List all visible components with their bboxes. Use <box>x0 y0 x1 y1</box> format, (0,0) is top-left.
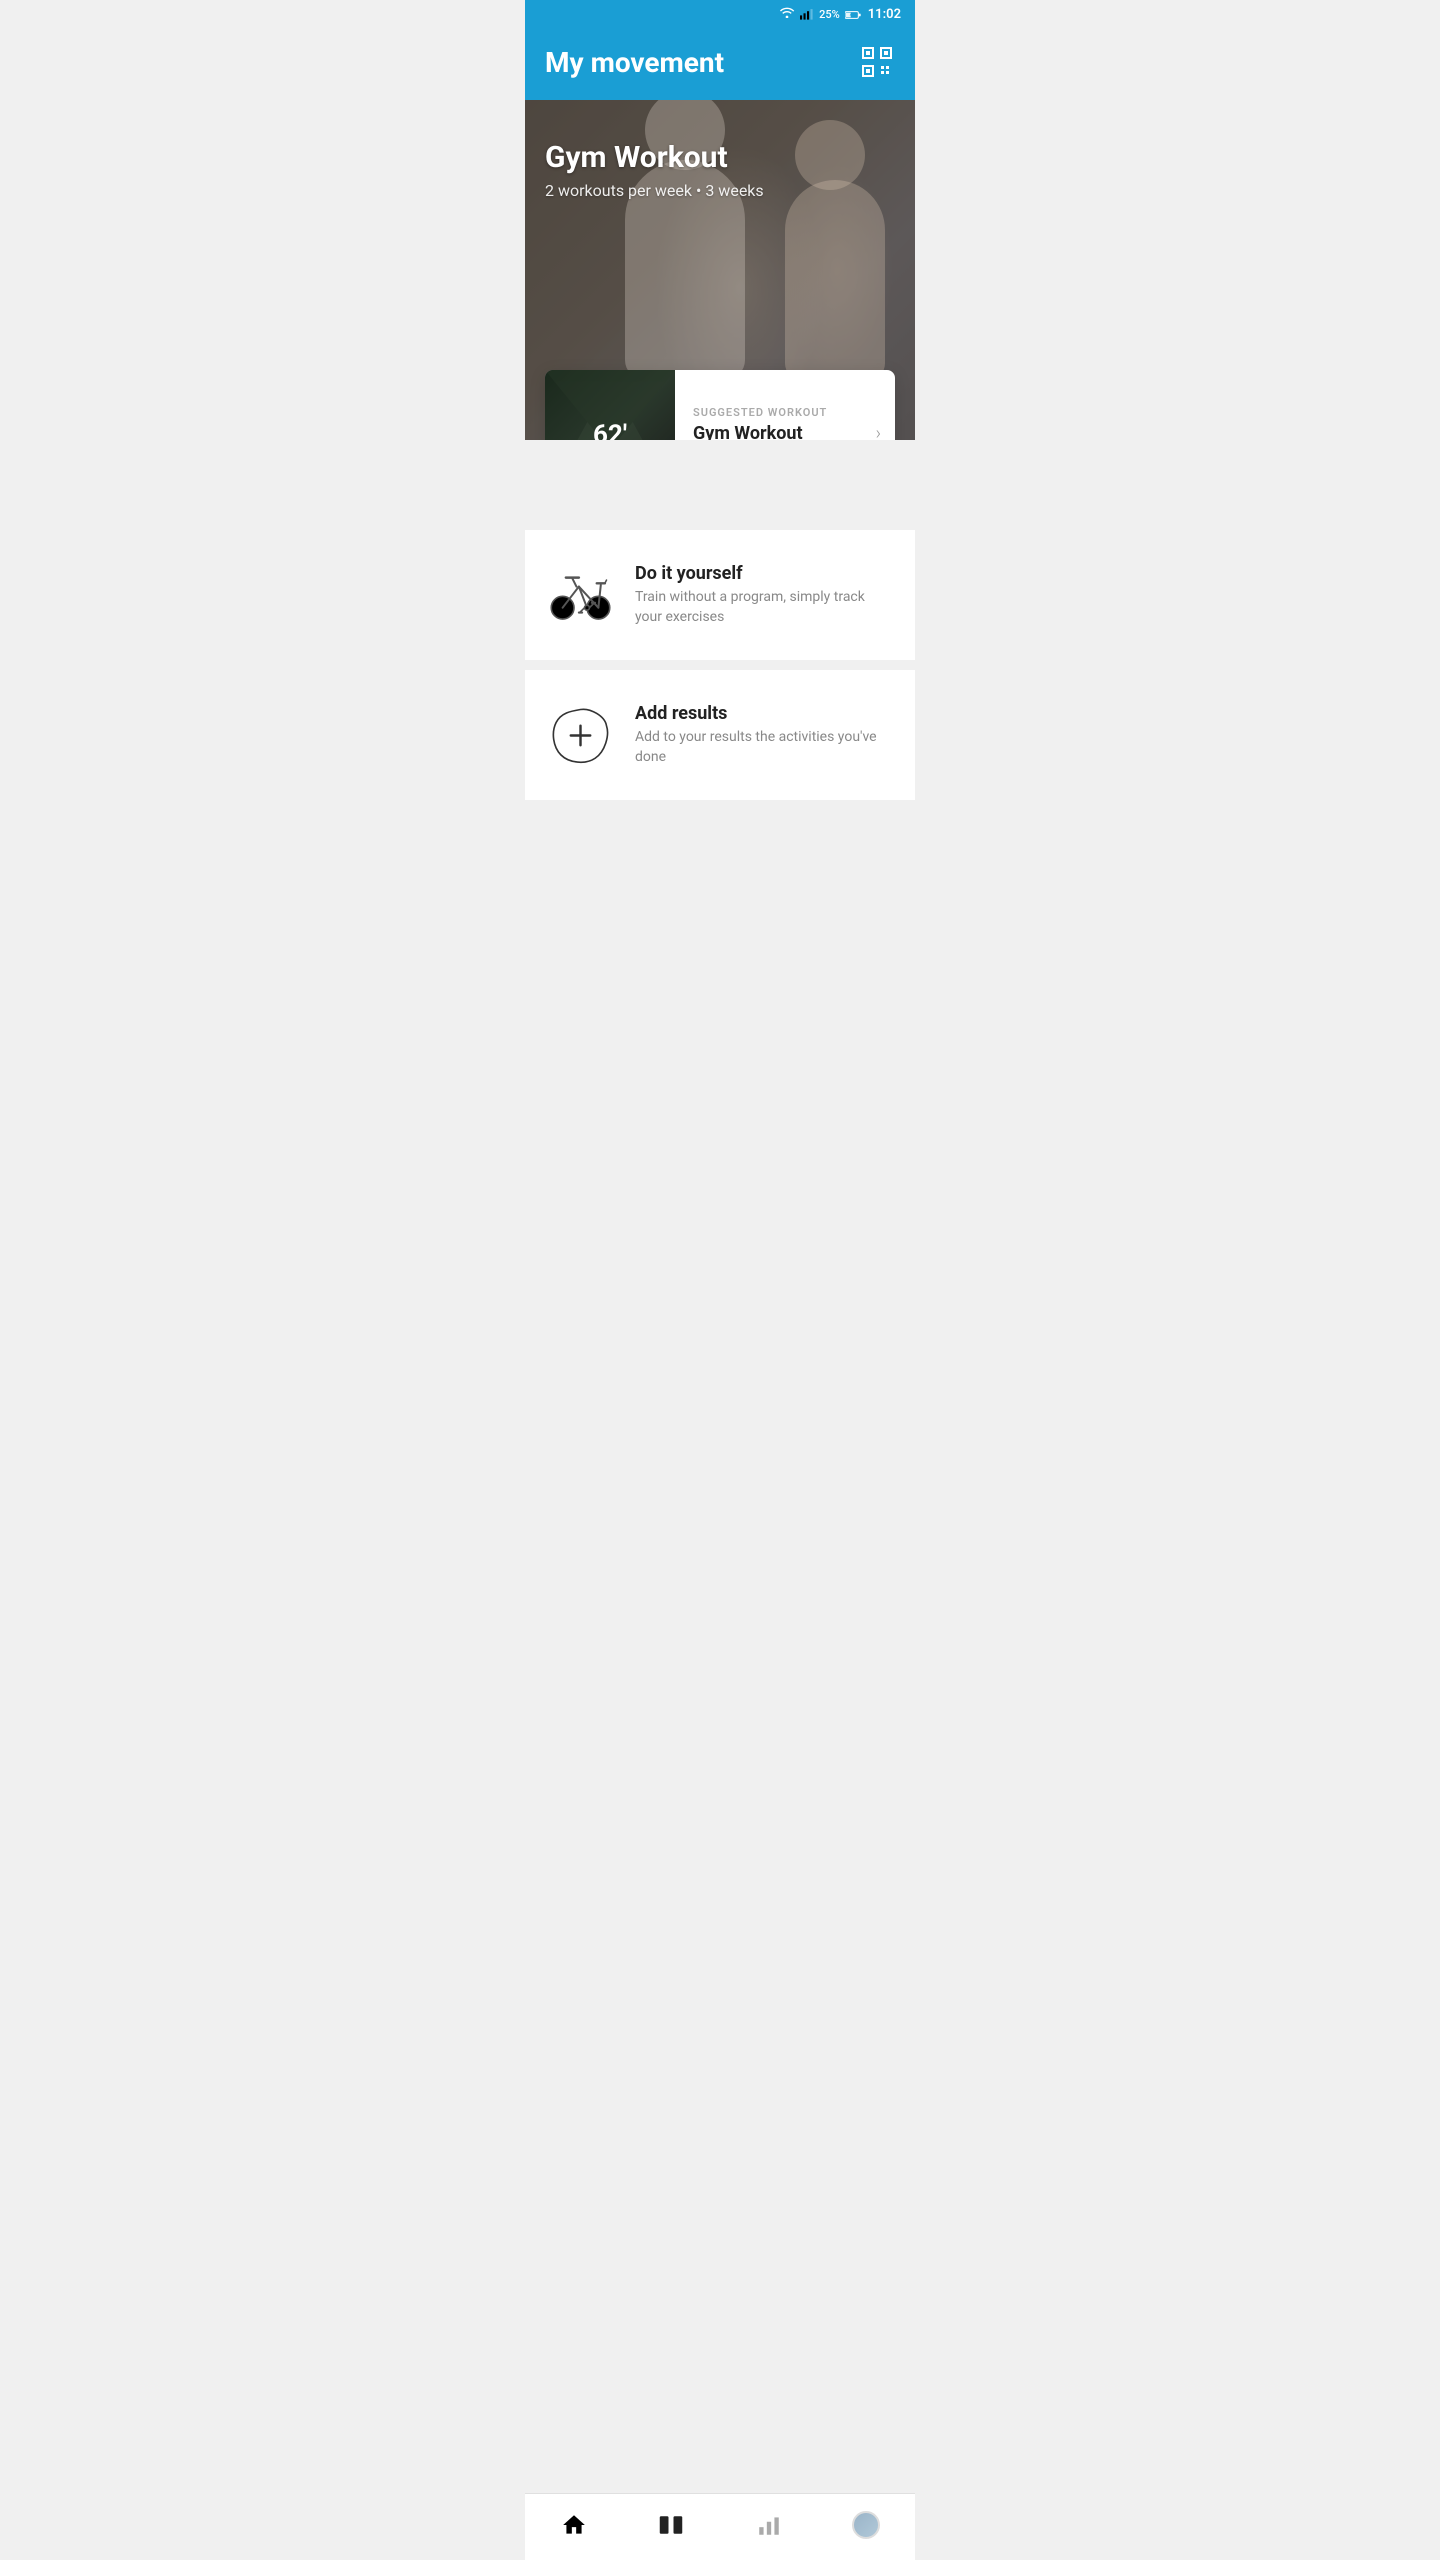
status-time: 11:02 <box>868 7 901 22</box>
suggested-workout-card[interactable]: 62' SUGGESTED WORKOUT Gym Workout › 8 ex… <box>545 370 895 440</box>
page-title: My movement <box>545 46 724 79</box>
add-results-icon <box>545 700 615 770</box>
battery-icon <box>845 5 861 24</box>
section-divider <box>525 662 915 670</box>
chevron-right-icon: › <box>876 423 881 440</box>
signal-icon <box>800 5 814 24</box>
hero-text-block: Gym Workout 2 workouts per week • 3 week… <box>545 140 764 200</box>
workout-thumbnail: 62' <box>545 370 675 440</box>
nav-profile[interactable] <box>835 2506 897 2544</box>
add-results-item[interactable]: Add results Add to your results the acti… <box>525 670 915 800</box>
hero-subtitle: 2 workouts per week • 3 weeks <box>545 181 764 200</box>
workout-duration: 62' <box>593 420 627 440</box>
hero-banner: Gym Workout 2 workouts per week • 3 week… <box>525 100 915 440</box>
workouts-icon <box>656 2510 686 2540</box>
do-it-yourself-text: Do it yourself Train without a program, … <box>635 563 895 627</box>
wifi-icon <box>779 6 795 22</box>
hero-title: Gym Workout <box>545 140 764 175</box>
do-it-yourself-desc: Train without a program, simply track yo… <box>635 588 895 627</box>
status-bar: 25% 11:02 <box>525 0 915 28</box>
app-header: My movement <box>525 28 915 100</box>
main-content: Do it yourself Train without a program, … <box>525 440 915 882</box>
exercise-bike-icon <box>545 560 615 630</box>
nav-home[interactable] <box>543 2506 605 2544</box>
workout-name: Gym Workout <box>693 423 803 440</box>
workout-suggested-label: SUGGESTED WORKOUT <box>693 406 881 419</box>
home-icon <box>559 2510 589 2540</box>
profile-icon <box>851 2510 881 2540</box>
workout-info: SUGGESTED WORKOUT Gym Workout › 8 exe • … <box>675 370 895 440</box>
workout-name-row: Gym Workout › <box>693 423 881 440</box>
stats-icon <box>754 2510 784 2540</box>
do-it-yourself-item[interactable]: Do it yourself Train without a program, … <box>525 530 915 660</box>
add-results-title: Add results <box>635 703 895 724</box>
do-it-yourself-title: Do it yourself <box>635 563 895 584</box>
nav-workouts[interactable] <box>640 2506 702 2544</box>
nav-stats[interactable] <box>738 2506 800 2544</box>
qr-button[interactable] <box>859 44 895 80</box>
bottom-navigation <box>525 2493 915 2560</box>
status-icons: 25% 11:02 <box>779 5 901 24</box>
add-results-text: Add results Add to your results the acti… <box>635 703 895 767</box>
add-results-desc: Add to your results the activities you'v… <box>635 728 895 767</box>
battery-text: 25% <box>819 8 840 21</box>
